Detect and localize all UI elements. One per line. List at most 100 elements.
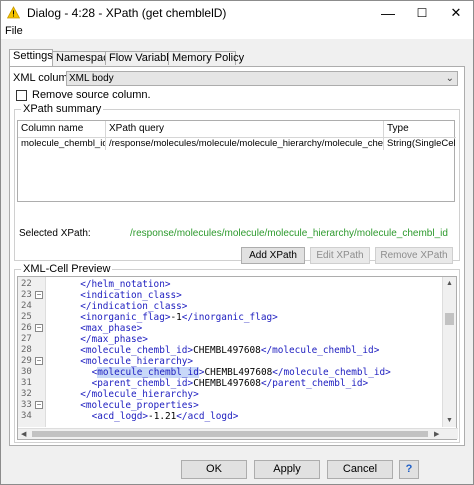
xml-tag: </max_phase> (80, 334, 148, 345)
xml-cell-preview-group: XML-Cell Preview 22 23−24 25 26−27 28 29−30 31… (14, 263, 460, 443)
xml-code-view[interactable]: </helm_notation> <indication_class> </indi… (46, 277, 444, 427)
code-line: <max_phase> (80, 323, 142, 334)
xml-tag: <max_phase> (80, 323, 143, 334)
xml-text: -1.21 (148, 411, 177, 422)
vertical-scroll-thumb[interactable] (445, 313, 454, 325)
help-button[interactable]: ? (399, 460, 419, 479)
fold-toggle-icon[interactable]: − (35, 324, 43, 332)
xpath-summary-legend: XPath summary (21, 103, 104, 115)
xpath-summary-group: XPath summary Column name XPath query Ty… (14, 103, 460, 264)
window-title: Dialog - 4:28 - XPath (get chemblelD) (27, 6, 227, 20)
menu-file[interactable]: File (5, 25, 23, 37)
line-number: 25 (21, 312, 32, 322)
table-cell-xpath[interactable]: /response/molecules/molecule/molecule_hi… (106, 137, 384, 150)
remove-source-checkbox[interactable] (16, 90, 27, 101)
code-line: <molecule_chembl_id>CHEMBL497608</molecu… (92, 367, 391, 378)
xml-column-select[interactable]: XML body ⌄ (66, 71, 458, 86)
xml-tag: </inorganic_flag> (181, 312, 278, 323)
dialog-window: Dialog - 4:28 - XPath (get chemblelD) — … (0, 0, 474, 485)
xml-tag: <acd_logd> (91, 411, 149, 422)
code-line: <parent_chembl_id>CHEMBL497608</parent_c… (92, 378, 369, 389)
cancel-button[interactable]: Cancel (327, 460, 393, 479)
line-number: 22 (21, 279, 32, 289)
code-line: <molecule_properties> (80, 400, 199, 411)
close-button[interactable]: ✕ (439, 1, 473, 24)
column-header-type[interactable]: Type (384, 121, 456, 137)
xml-preview-pane[interactable]: 22 23−24 25 26−27 28 29−30 31 32 33−34 </helm_no… (17, 276, 458, 440)
tab-namespace[interactable]: Namespace (52, 51, 115, 65)
line-number: 28 (21, 345, 32, 355)
xml-tag: </molecule_hierarchy> (80, 389, 199, 400)
scroll-down-arrow-icon[interactable]: ▼ (446, 417, 453, 424)
xml-text: CHEMBL497608 (204, 367, 273, 378)
xml-tag: molecule_chembl_id (97, 367, 199, 378)
code-line: </max_phase> (80, 334, 148, 345)
table-cell-column-name[interactable]: molecule_chembl_id (18, 137, 106, 150)
line-number: 29 (21, 356, 32, 366)
line-number: 32 (21, 389, 32, 399)
apply-button[interactable]: Apply (254, 460, 320, 479)
xml-text: CHEMBL497608 (193, 345, 261, 356)
xml-tag: <molecule_hierarchy> (80, 356, 194, 367)
line-number: 23 (21, 290, 32, 300)
column-header-xpath[interactable]: XPath query (106, 121, 384, 137)
add-xpath-button[interactable]: Add XPath (241, 247, 305, 264)
xml-column-value: XML body (69, 73, 114, 84)
fold-toggle-icon[interactable]: − (35, 291, 43, 299)
xml-tag: <molecule_chembl_id> (80, 345, 194, 356)
vertical-scrollbar[interactable]: ▲ ▼ (442, 277, 456, 427)
help-icon: ? (405, 463, 413, 475)
code-line: </helm_notation> (80, 279, 170, 290)
line-number-gutter: 22 23−24 25 26−27 28 29−30 31 32 33−34 (18, 277, 46, 427)
xml-tag: </molecule_chembl_id> (260, 345, 380, 356)
xml-text: -1 (170, 312, 182, 323)
tab-settings[interactable]: Settings (9, 49, 53, 66)
line-number: 27 (21, 334, 32, 344)
title-bar[interactable]: Dialog - 4:28 - XPath (get chemblelD) — … (1, 1, 473, 24)
xml-tag: </molecule_chembl_id> (272, 367, 391, 378)
horizontal-scrollbar[interactable]: ◀ ▶ (18, 428, 458, 439)
scroll-up-arrow-icon[interactable]: ▲ (446, 280, 453, 287)
xml-tag: <parent_chembl_id> (91, 378, 194, 389)
selected-xpath-value: /response/molecules/molecule/molecule_hi… (130, 228, 448, 239)
code-line: </molecule_hierarchy> (80, 389, 199, 400)
settings-panel: XML column: XML body ⌄ Remove source col… (9, 66, 465, 446)
chevron-down-icon: ⌄ (445, 73, 454, 84)
xml-tag: </acd_logd> (176, 411, 239, 422)
xml-tag: </indication_class> (80, 301, 188, 312)
menu-bar: File (1, 24, 473, 39)
scroll-right-arrow-icon[interactable]: ▶ (434, 430, 439, 438)
fold-toggle-icon[interactable]: − (35, 401, 43, 409)
xml-text: CHEMBL497608 (193, 378, 261, 389)
xml-tag: </parent_chembl_id> (260, 378, 369, 389)
scroll-left-arrow-icon[interactable]: ◀ (21, 430, 26, 438)
remove-xpath-button[interactable]: Remove XPath (375, 247, 453, 264)
remove-source-label: Remove source column. (32, 89, 151, 101)
code-line: <inorganic_flag>-1</inorganic_flag> (80, 312, 278, 323)
ok-button[interactable]: OK (181, 460, 247, 479)
code-line: <molecule_chembl_id>CHEMBL497608</molecu… (80, 345, 379, 356)
code-line: <acd_logd>-1.21</acd_logd> (92, 411, 239, 422)
line-number: 34 (21, 411, 32, 421)
line-number: 26 (21, 323, 32, 333)
xml-tag: <inorganic_flag> (80, 312, 171, 323)
tab-memory-policy[interactable]: Memory Policy (168, 51, 244, 65)
xml-tag: <indication_class> (80, 290, 182, 301)
xpath-summary-table: Column name XPath query Type molecule_ch… (17, 120, 456, 202)
code-line: <molecule_hierarchy> (80, 356, 193, 367)
minimize-button[interactable]: — (371, 1, 405, 24)
fold-toggle-icon[interactable]: − (35, 357, 43, 365)
maximize-button[interactable]: ☐ (405, 1, 439, 24)
tab-flow-variables[interactable]: Flow Variables (105, 51, 180, 65)
edit-xpath-button[interactable]: Edit XPath (310, 247, 370, 264)
xml-tag: <molecule_properties> (80, 400, 199, 411)
line-number: 31 (21, 378, 32, 388)
code-line: </indication_class> (80, 301, 187, 312)
table-cell-type[interactable]: String(SingleCell) (384, 137, 456, 150)
line-number: 33 (21, 400, 32, 410)
knime-warning-icon (7, 6, 20, 19)
column-header-name[interactable]: Column name (18, 121, 106, 137)
horizontal-scroll-thumb[interactable] (32, 431, 428, 437)
line-number: 24 (21, 301, 32, 311)
line-number: 30 (21, 367, 32, 377)
